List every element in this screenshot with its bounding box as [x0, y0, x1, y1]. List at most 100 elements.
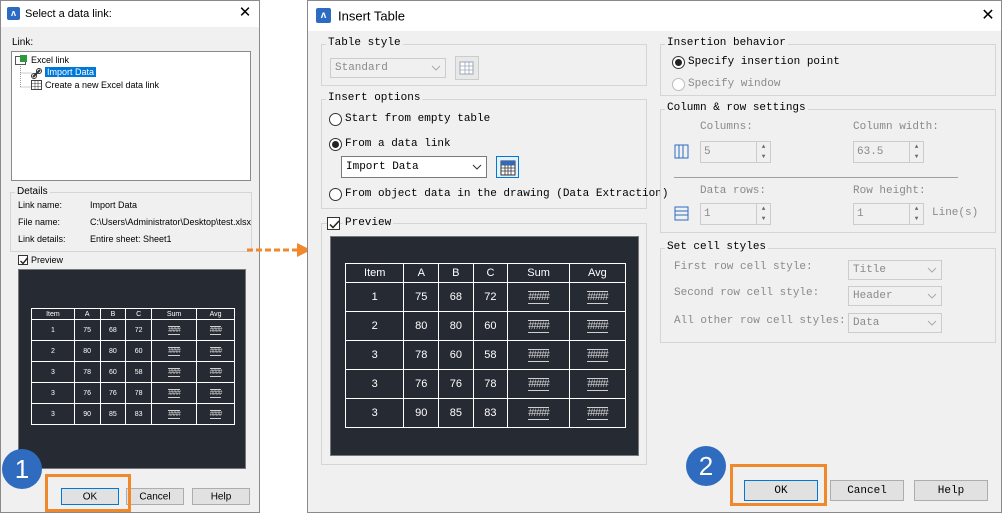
detail-value-file-name: C:\Users\Administrator\Desktop\test.xlsx: [90, 217, 252, 227]
other-row-style-select[interactable]: Data: [848, 313, 942, 333]
table-cell: 80: [438, 311, 474, 341]
start-empty-radio[interactable]: [329, 113, 342, 126]
table-cell: ####: [196, 382, 235, 404]
table-cell: 68: [438, 282, 474, 312]
second-row-style-select[interactable]: Header: [848, 286, 942, 306]
table-cell: 76: [438, 369, 474, 399]
table-style-icon: [459, 61, 474, 75]
table-cell: 60: [472, 311, 509, 341]
link-chain-icon: [31, 68, 42, 79]
table-cell: ####: [150, 361, 198, 383]
header-cell: A: [73, 308, 101, 320]
data-link-manager-button[interactable]: [496, 156, 519, 178]
details-label: Details: [15, 186, 50, 197]
cancel-button[interactable]: Cancel: [830, 480, 904, 501]
insertion-behavior-label: Insertion behavior: [665, 37, 788, 49]
select-data-link-dialog: ʌ Select a data link: ✕ Link: Excel link…: [0, 0, 260, 513]
table-cell: ####: [196, 361, 235, 383]
specify-window-label[interactable]: Specify window: [688, 78, 780, 90]
excel-link-icon: [15, 55, 27, 65]
table-cell: ####: [568, 369, 627, 399]
right-preview-table: Item A B C Sum Avg 1 75 68 72 #### #### …: [344, 263, 627, 428]
from-link-radio[interactable]: [329, 138, 342, 151]
detail-key-link-details: Link details:: [18, 234, 66, 244]
table-cell: ####: [568, 282, 627, 312]
left-preview-area: Item A B C Sum Avg 1 75 68 72 #### #### …: [18, 269, 246, 469]
link-label: Link:: [12, 37, 34, 48]
insert-options-label: Insert options: [326, 92, 423, 104]
specify-window-radio[interactable]: [672, 78, 685, 91]
table-cell: 3: [344, 340, 405, 370]
chevron-down-icon: [472, 164, 482, 170]
table-style-select[interactable]: Standard: [330, 58, 446, 78]
start-empty-label[interactable]: Start from empty table: [345, 113, 490, 125]
table-cell: ####: [568, 311, 627, 341]
table-cell: ####: [150, 382, 198, 404]
from-object-label[interactable]: From object data in the drawing (Data Ex…: [345, 188, 668, 200]
table-cell: 83: [472, 398, 509, 428]
left-help-button[interactable]: Help: [192, 488, 250, 505]
left-cancel-button[interactable]: Cancel: [126, 488, 184, 505]
table-cell: 3: [31, 361, 75, 383]
header-cell: Sum: [150, 308, 198, 320]
header-cell: C: [125, 308, 152, 320]
right-titlebar: ʌ Insert Table ✕: [308, 1, 1001, 31]
table-cell: 60: [99, 361, 127, 383]
ok-highlight-2: [730, 464, 827, 506]
data-link-select[interactable]: Import Data: [341, 156, 487, 178]
table-cell: 1: [344, 282, 405, 312]
tree-item-create-link[interactable]: Create a new Excel data link: [45, 80, 159, 90]
left-preview-table: Item A B C Sum Avg 1 75 68 72 #### #### …: [31, 308, 235, 425]
from-object-radio[interactable]: [329, 188, 342, 201]
table-style-button[interactable]: [455, 56, 479, 80]
first-row-style-select[interactable]: Title: [848, 260, 942, 280]
table-cell: 78: [403, 340, 440, 370]
help-button[interactable]: Help: [914, 480, 988, 501]
tree-item-import-data[interactable]: Import Data: [45, 67, 97, 77]
right-preview-area: Item A B C Sum Avg 1 75 68 72 #### #### …: [330, 236, 639, 456]
close-icon[interactable]: ✕: [237, 5, 253, 21]
spreadsheet-icon: [500, 160, 516, 176]
from-link-label[interactable]: From a data link: [345, 138, 451, 150]
table-cell: 3: [344, 398, 405, 428]
table-cell: 80: [403, 311, 440, 341]
table-cell: 3: [344, 369, 405, 399]
preview-label: Preview: [343, 217, 394, 229]
table-cell: 3: [31, 403, 75, 425]
data-rows-spinner[interactable]: 1 ▲ ▼: [700, 203, 771, 225]
table-cell: 78: [73, 361, 101, 383]
create-link-icon: [31, 80, 42, 90]
right-dialog-title: Insert Table: [338, 8, 405, 24]
other-row-style-label: All other row cell styles:: [674, 315, 846, 327]
table-cell: 85: [99, 403, 127, 425]
tree-item-excel-link[interactable]: Excel link: [31, 55, 69, 65]
rows-icon: [674, 206, 689, 221]
table-cell: ####: [507, 282, 570, 312]
specify-point-radio[interactable]: [672, 56, 685, 69]
table-row: 3 90 85 83 #### ####: [31, 403, 235, 425]
arrow-icon: [247, 243, 311, 257]
column-width-spinner[interactable]: 63.5 ▲ ▼: [853, 141, 924, 163]
table-cell: 72: [125, 319, 152, 341]
header-cell: Item: [31, 308, 75, 320]
step-badge-2: 2: [686, 446, 726, 486]
step-badge-1: 1: [2, 449, 42, 489]
table-cell: 80: [73, 340, 101, 362]
columns-spinner[interactable]: 5 ▲ ▼: [700, 141, 771, 163]
row-height-spinner[interactable]: 1 ▲ ▼: [853, 203, 924, 225]
left-preview-label: Preview: [31, 255, 64, 265]
preview-checkbox[interactable]: [327, 217, 340, 230]
close-icon[interactable]: ✕: [979, 7, 997, 25]
left-preview-checkbox[interactable]: [18, 255, 29, 265]
table-cell: 85: [438, 398, 474, 428]
table-cell: 1: [31, 319, 75, 341]
specify-point-label[interactable]: Specify insertion point: [688, 56, 840, 68]
table-cell: 80: [99, 340, 127, 362]
table-cell: 75: [403, 282, 440, 312]
detail-value-link-details: Entire sheet: Sheet1: [90, 234, 172, 244]
header-cell: B: [99, 308, 127, 320]
column-row-label: Column & row settings: [665, 102, 808, 114]
header-cell: A: [403, 263, 440, 283]
link-tree[interactable]: Excel link Import Data Create a new Exce…: [11, 51, 251, 181]
table-cell: 83: [125, 403, 152, 425]
